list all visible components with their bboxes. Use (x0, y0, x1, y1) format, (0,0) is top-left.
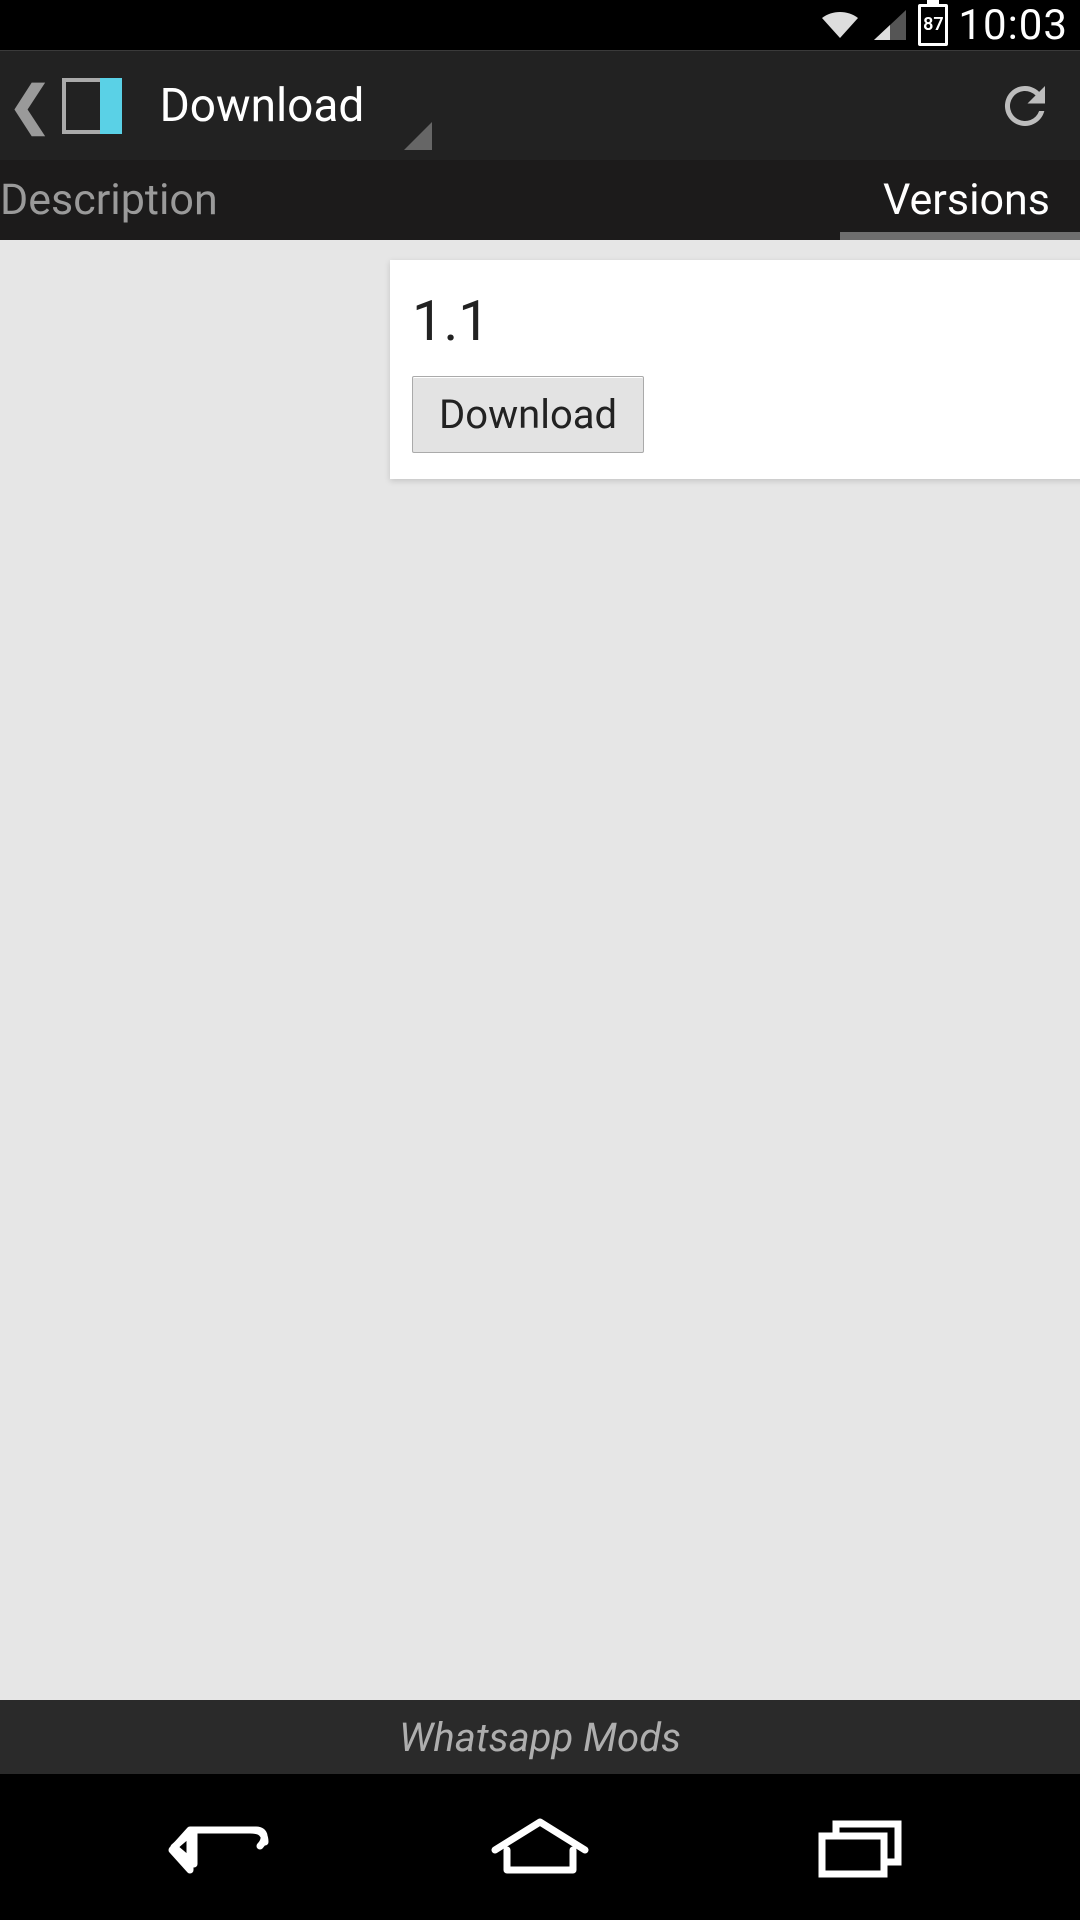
action-bar-title[interactable]: Download (160, 79, 365, 133)
navigation-bar (0, 1774, 1080, 1920)
download-button[interactable]: Download (412, 376, 644, 453)
cell-signal-icon (872, 8, 908, 42)
battery-percent: 87 (923, 16, 944, 34)
nav-back-button[interactable] (140, 1802, 300, 1892)
tab-description[interactable]: Description (0, 175, 540, 225)
refresh-icon (995, 76, 1055, 136)
xposed-app-icon (58, 74, 126, 138)
version-number: 1.1 (412, 288, 1080, 354)
back-icon (160, 1812, 280, 1882)
module-title-footer: Whatsapp Mods (0, 1700, 1080, 1774)
dropdown-indicator-icon[interactable] (404, 122, 432, 150)
home-icon (485, 1812, 595, 1882)
version-card: 1.1 Download (390, 260, 1080, 479)
back-chevron-icon: ❮ (0, 75, 56, 136)
action-bar: ❮ Download (0, 50, 1080, 160)
nav-home-button[interactable] (460, 1802, 620, 1892)
battery-icon: 87 (918, 4, 948, 46)
status-clock: 10:03 (958, 1, 1068, 50)
wifi-icon (818, 8, 862, 42)
action-bar-home[interactable]: ❮ (0, 51, 126, 160)
content-area[interactable]: led the "audio voice" nificantly more th… (0, 240, 1080, 1700)
tab-versions[interactable]: Versions (540, 175, 1080, 225)
status-bar: 87 10:03 (0, 0, 1080, 50)
recent-apps-icon (810, 1812, 910, 1882)
nav-recent-button[interactable] (780, 1802, 940, 1892)
tab-bar: Description Versions (0, 160, 1080, 240)
refresh-button[interactable] (990, 71, 1060, 141)
tab-active-indicator (840, 232, 1080, 240)
